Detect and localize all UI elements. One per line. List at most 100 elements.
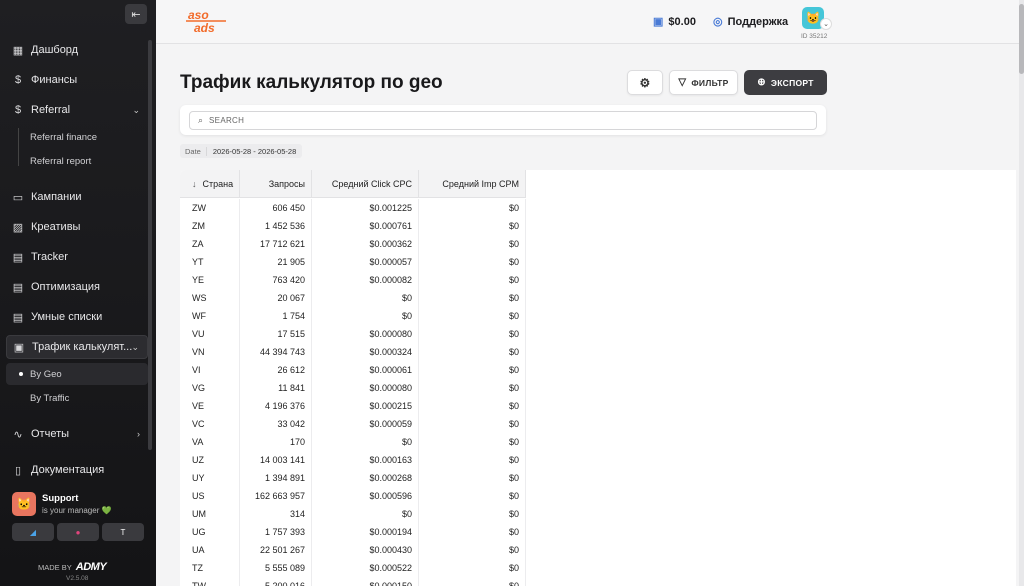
cell-requests: 21 905: [240, 253, 312, 271]
sidebar-scrollbar[interactable]: [148, 40, 152, 450]
table-row[interactable]: VC 33 042 $0.000059 $0: [180, 415, 526, 433]
sidebar-item-campaigns[interactable]: ▭ Кампании: [6, 185, 148, 209]
sidebar-item-documentation[interactable]: ▯ Документация: [6, 458, 148, 482]
cell-avg-click-cpc: $0.000596: [312, 487, 419, 505]
sidebar-subitem-by-traffic[interactable]: By Traffic: [6, 387, 148, 409]
export-button[interactable]: ⊕ ЭКСПОРТ: [744, 70, 827, 95]
cell-requests: 44 394 743: [240, 343, 312, 361]
table-row[interactable]: UY 1 394 891 $0.000268 $0: [180, 469, 526, 487]
cell-avg-click-cpc: $0.000761: [312, 217, 419, 235]
cell-avg-imp-cpm: $0: [419, 415, 526, 433]
cell-avg-imp-cpm: $0: [419, 325, 526, 343]
column-header-country[interactable]: ↓ Страна: [180, 170, 240, 198]
table-row[interactable]: WF 1 754 $0 $0: [180, 307, 526, 325]
cell-country: TZ: [180, 559, 240, 577]
column-header-avg-click-cpc[interactable]: Средний Click CPC: [312, 170, 419, 198]
chevron-down-icon[interactable]: ⌄: [820, 18, 832, 30]
cell-country: VC: [180, 415, 240, 433]
cell-avg-click-cpc: $0.000080: [312, 325, 419, 343]
date-chip-value: 2026-05-28 - 2026-05-28: [212, 146, 297, 156]
cell-avg-click-cpc: $0.000522: [312, 559, 419, 577]
skype-button[interactable]: ●: [57, 523, 99, 541]
table-row[interactable]: UA 22 501 267 $0.000430 $0: [180, 541, 526, 559]
active-dot: [19, 372, 23, 376]
document-icon: ▤: [12, 311, 24, 324]
search-box[interactable]: ⌕: [189, 111, 817, 130]
collapse-sidebar-button[interactable]: ⇤: [125, 4, 147, 24]
geo-table: ↓ Страна Запросы Средний Click CPC Средн…: [180, 170, 1016, 586]
cell-requests: 17 712 621: [240, 235, 312, 253]
cell-avg-imp-cpm: $0: [419, 469, 526, 487]
table-row[interactable]: YE 763 420 $0.000082 $0: [180, 271, 526, 289]
settings-button[interactable]: ⚙: [627, 70, 663, 95]
cell-avg-click-cpc: $0.000061: [312, 361, 419, 379]
sidebar-subitem-referral-finance[interactable]: Referral finance: [6, 126, 148, 148]
table-row[interactable]: YT 21 905 $0.000057 $0: [180, 253, 526, 271]
chat-icon: T: [120, 527, 126, 537]
sidebar-item-tracker[interactable]: ▤ Tracker: [6, 245, 148, 269]
sidebar-subitem-by-geo[interactable]: By Geo: [6, 363, 148, 385]
cell-country: UZ: [180, 451, 240, 469]
sidebar-item-dashboard[interactable]: ▦ Дашборд: [6, 38, 148, 62]
table-row[interactable]: UM 314 $0 $0: [180, 505, 526, 523]
cell-avg-click-cpc: $0.000059: [312, 415, 419, 433]
cell-country: US: [180, 487, 240, 505]
telegram-button[interactable]: ◢: [12, 523, 54, 541]
table-row[interactable]: ZA 17 712 621 $0.000362 $0: [180, 235, 526, 253]
search-input[interactable]: [209, 116, 790, 125]
table-row[interactable]: WS 20 067 $0 $0: [180, 289, 526, 307]
date-filter-chip[interactable]: Date 2026-05-28 - 2026-05-28: [180, 144, 303, 158]
table-row[interactable]: VA 170 $0 $0: [180, 433, 526, 451]
cell-requests: 14 003 141: [240, 451, 312, 469]
table-row[interactable]: UZ 14 003 141 $0.000163 $0: [180, 451, 526, 469]
sidebar-item-creatives[interactable]: ▨ Креативы: [6, 215, 148, 239]
table-row[interactable]: VG 11 841 $0.000080 $0: [180, 379, 526, 397]
table-row[interactable]: VE 4 196 376 $0.000215 $0: [180, 397, 526, 415]
sidebar-item-traffic-calculator[interactable]: ▣ Трафик калькулят... ⌄: [6, 335, 148, 359]
column-header-requests[interactable]: Запросы: [240, 170, 312, 198]
cell-country: UA: [180, 541, 240, 559]
telegram-icon: ◢: [29, 527, 37, 537]
sidebar-item-optimization[interactable]: ▤ Оптимизация: [6, 275, 148, 299]
balance[interactable]: ▣ $0.00: [653, 15, 696, 29]
page-title: Трафик калькулятор по geo: [180, 72, 443, 93]
table-row[interactable]: VU 17 515 $0.000080 $0: [180, 325, 526, 343]
table-body: ZW 606 450 $0.001225 $0 ZM 1 452 536 $0.000761…: [180, 199, 526, 586]
filter-button[interactable]: ▽ ФИЛЬТР: [669, 70, 738, 95]
table-row[interactable]: UG 1 757 393 $0.000194 $0: [180, 523, 526, 541]
table-row[interactable]: VN 44 394 743 $0.000324 $0: [180, 343, 526, 361]
gear-icon: ⚙: [639, 75, 651, 90]
book-icon: ▯: [14, 464, 22, 477]
logo[interactable]: aso ads: [186, 8, 230, 34]
table-row[interactable]: VI 26 612 $0.000061 $0: [180, 361, 526, 379]
sidebar-subitem-referral-report[interactable]: Referral report: [6, 150, 148, 172]
sidebar-item-smart-lists[interactable]: ▤ Умные списки: [6, 305, 148, 329]
cell-country: VA: [180, 433, 240, 451]
cell-country: UG: [180, 523, 240, 541]
cell-avg-imp-cpm: $0: [419, 433, 526, 451]
scrollbar-thumb[interactable]: [1019, 4, 1024, 74]
table-row[interactable]: TZ 5 555 089 $0.000522 $0: [180, 559, 526, 577]
column-header-label: Страна: [202, 179, 234, 189]
cell-requests: 5 555 089: [240, 559, 312, 577]
table-row[interactable]: ZM 1 452 536 $0.000761 $0: [180, 217, 526, 235]
dollar-icon: $: [14, 74, 22, 86]
wallet-icon: ▣: [653, 16, 664, 28]
sidebar-item-reports[interactable]: ∿ Отчеты ›: [6, 422, 148, 446]
sidebar-item-finance[interactable]: $ Финансы: [6, 68, 148, 92]
sidebar-subitem-label: By Traffic: [30, 392, 70, 404]
cell-requests: 170: [240, 433, 312, 451]
sidebar-item-label: Дашборд: [31, 44, 79, 56]
table-row[interactable]: US 162 663 957 $0.000596 $0: [180, 487, 526, 505]
brand-logo: ADMY: [75, 561, 107, 573]
teams-button[interactable]: T: [102, 523, 144, 541]
sort-down-icon: ↓: [192, 179, 197, 189]
support-link[interactable]: ◎ Поддержка: [713, 15, 788, 29]
table-row[interactable]: TW 5 200 016 $0.000150 $0: [180, 577, 526, 586]
table-row[interactable]: ZW 606 450 $0.001225 $0: [180, 199, 526, 217]
sidebar-item-referral[interactable]: $ Referral ⌄: [6, 98, 148, 122]
sidebar-item-label: Tracker: [31, 251, 68, 263]
column-header-avg-imp-cpm[interactable]: Средний Imp CPM: [419, 170, 526, 198]
cell-requests: 606 450: [240, 199, 312, 217]
page-scrollbar[interactable]: [1019, 0, 1024, 586]
